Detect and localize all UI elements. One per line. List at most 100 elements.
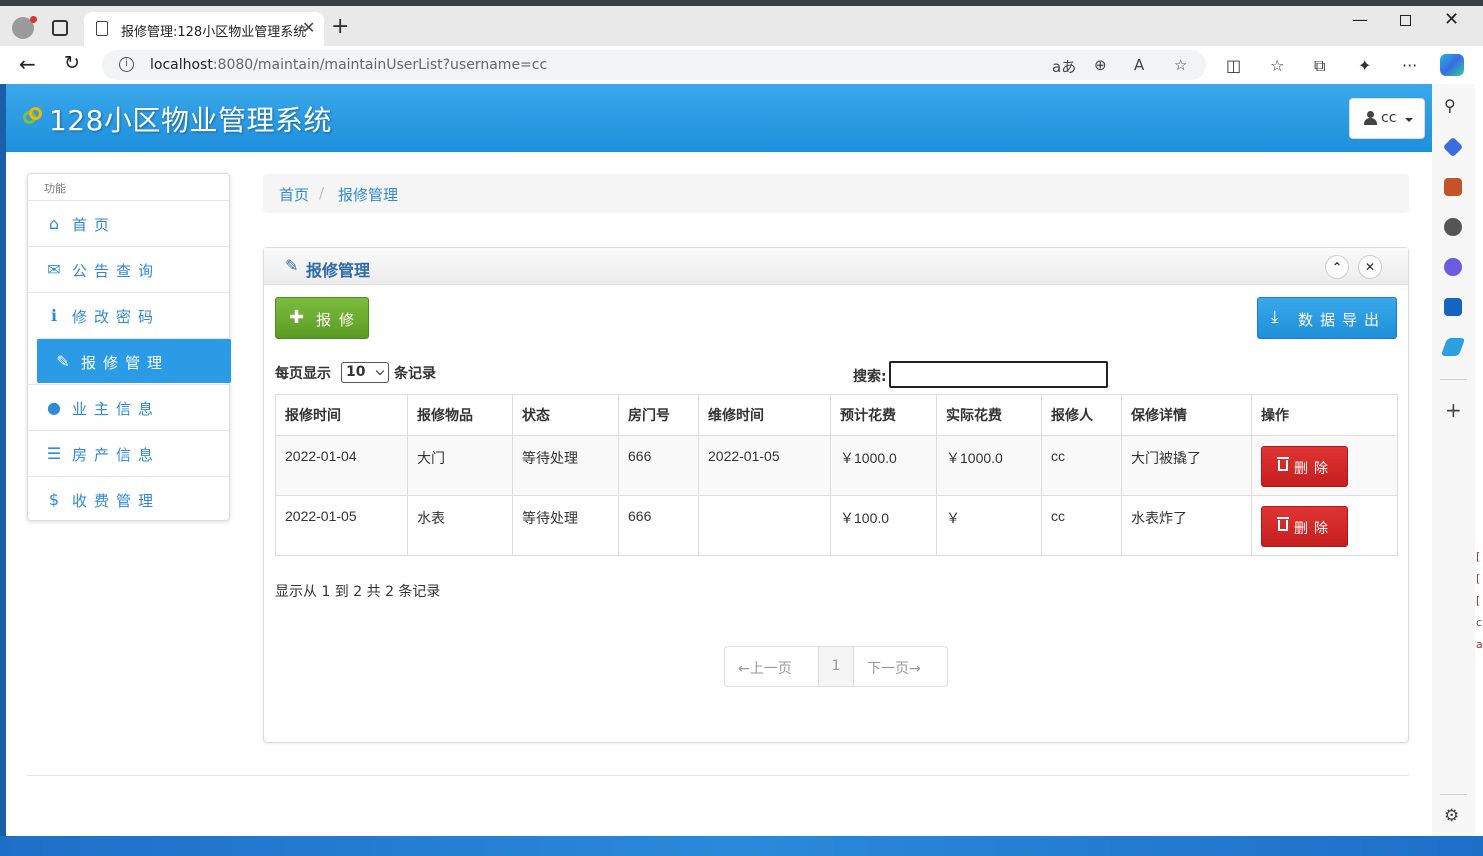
column-header[interactable]: 状态 bbox=[512, 394, 619, 436]
add-repair-label: 报修 bbox=[316, 311, 363, 329]
cell-estimated-cost: ￥1000.0 bbox=[830, 435, 937, 496]
menu-heading: 功能 bbox=[44, 182, 66, 195]
browser-side-rail: ⚲ + ⚙ bbox=[1432, 84, 1475, 836]
browser-toolbar: ← ↻ i localhost:8080/maintain/maintainUs… bbox=[0, 46, 1483, 84]
tag-icon[interactable] bbox=[1442, 136, 1464, 158]
collections-icon[interactable]: ⧉ bbox=[1314, 56, 1325, 76]
read-aloud-icon[interactable]: A bbox=[1134, 56, 1144, 74]
favorite-star-icon[interactable]: ☆ bbox=[1174, 56, 1187, 74]
more-menu-icon[interactable]: ··· bbox=[1402, 56, 1417, 75]
breadcrumb-separator: / bbox=[319, 184, 325, 202]
column-header[interactable]: 实际花费 bbox=[936, 394, 1042, 436]
cell-item: 水表 bbox=[407, 495, 513, 556]
logo-icon bbox=[23, 107, 43, 127]
window-close-icon[interactable]: ✕ bbox=[1444, 9, 1459, 30]
cell-repair-time: 2022-01-04 bbox=[275, 435, 408, 496]
add-repair-button[interactable]: ✚ 报修 bbox=[275, 297, 369, 339]
info-icon: ℹ bbox=[50, 306, 58, 325]
extensions-icon[interactable]: ✦ bbox=[1358, 56, 1371, 75]
translate-icon[interactable]: aあ bbox=[1052, 56, 1076, 77]
home-icon: ⌂ bbox=[48, 214, 60, 233]
add-icon[interactable]: + bbox=[1445, 398, 1462, 422]
browser-tab[interactable]: 报修管理:128小区物业管理系统 ✕ bbox=[84, 12, 324, 48]
close-tab-icon[interactable]: ✕ bbox=[302, 18, 315, 37]
sidebar-item-owners[interactable]: ● 业主信息 bbox=[28, 384, 229, 429]
split-screen-icon[interactable]: ◫ bbox=[1226, 56, 1241, 75]
sidebar-item-label: 首页 bbox=[72, 216, 117, 234]
search-input[interactable] bbox=[889, 361, 1108, 388]
site-info-icon[interactable]: i bbox=[119, 57, 134, 72]
cell-actual-cost: ￥ bbox=[936, 495, 1042, 556]
delete-button[interactable]: 删除 bbox=[1261, 446, 1348, 487]
repair-panel: ✎ 报修管理 ⌃ ✕ ✚ 报修 ⤓ 数据导出 每页显示 10 条记录 搜索: 报… bbox=[263, 247, 1409, 743]
delete-button[interactable]: 删除 bbox=[1261, 506, 1348, 547]
games-icon[interactable] bbox=[1444, 218, 1462, 236]
sidebar-item-home[interactable]: ⌂ 首页 bbox=[28, 200, 229, 245]
new-tab-button[interactable]: + bbox=[331, 14, 349, 39]
column-header[interactable]: 报修人 bbox=[1041, 394, 1122, 436]
cell-detail: 水表炸了 bbox=[1121, 495, 1252, 556]
send-icon[interactable] bbox=[1440, 338, 1466, 356]
tab-title: 报修管理:128小区物业管理系统 bbox=[121, 25, 307, 40]
outlook-icon[interactable] bbox=[1444, 298, 1462, 316]
address-url[interactable]: localhost:8080/maintain/maintainUserList… bbox=[150, 57, 547, 73]
cell-room: 666 bbox=[618, 435, 699, 496]
sidebar-item-label: 房产信息 bbox=[72, 446, 161, 464]
cell-status: 等待处理 bbox=[512, 495, 619, 556]
user-menu-button[interactable]: cc bbox=[1349, 98, 1425, 139]
sidebar-item-notices[interactable]: ✉ 公告查询 bbox=[28, 246, 229, 291]
page-number-button[interactable]: 1 bbox=[818, 647, 854, 686]
breadcrumb-home[interactable]: 首页 bbox=[279, 184, 309, 205]
column-header[interactable]: 房门号 bbox=[618, 394, 699, 436]
search-icon[interactable]: ⚲ bbox=[1444, 96, 1456, 115]
next-page-button[interactable]: 下一页→ bbox=[867, 658, 921, 678]
table-row: 2022-01-05 水表 等待处理 666 ￥100.0 ￥ cc 水表炸了 … bbox=[275, 495, 1398, 556]
export-data-button[interactable]: ⤓ 数据导出 bbox=[1257, 297, 1397, 339]
breadcrumb-current[interactable]: 报修管理 bbox=[338, 184, 398, 205]
page-icon bbox=[96, 21, 108, 36]
search-label: 搜索: bbox=[853, 369, 887, 385]
copilot-icon[interactable] bbox=[1440, 54, 1464, 76]
gear-icon[interactable]: ⚙ bbox=[1444, 806, 1459, 826]
user-icon: ● bbox=[47, 398, 61, 417]
column-header: 操作 bbox=[1251, 394, 1398, 436]
site-header: 128小区物业管理系统 cc bbox=[6, 84, 1432, 152]
sidebar-item-password[interactable]: ℹ 修改密码 bbox=[28, 292, 229, 337]
trash-icon bbox=[1277, 457, 1289, 472]
column-header[interactable]: 报修物品 bbox=[407, 394, 513, 436]
wrench-icon: ✎ bbox=[285, 256, 299, 275]
table-info: 显示从 1 到 2 共 2 条记录 bbox=[275, 584, 441, 600]
cell-actual-cost: ￥1000.0 bbox=[936, 435, 1042, 496]
maximize-icon[interactable] bbox=[1400, 15, 1411, 26]
address-bar[interactable]: i localhost:8080/maintain/maintainUserLi… bbox=[102, 50, 1206, 80]
page-length-select[interactable]: 10 bbox=[341, 362, 389, 383]
user-icon bbox=[1364, 111, 1377, 125]
sidebar-item-fees[interactable]: $ 收费管理 bbox=[28, 476, 229, 521]
cell-item: 大门 bbox=[407, 435, 513, 496]
column-header[interactable]: 保修详情 bbox=[1121, 394, 1252, 436]
tab-actions-icon[interactable] bbox=[52, 20, 68, 36]
reload-icon[interactable]: ↻ bbox=[64, 52, 80, 74]
office-icon[interactable] bbox=[1444, 258, 1462, 276]
zoom-icon[interactable]: ⊕ bbox=[1094, 56, 1107, 74]
cell-repair-time: 2022-01-05 bbox=[275, 495, 408, 556]
site-title[interactable]: 128小区物业管理系统 bbox=[49, 99, 332, 139]
close-panel-button[interactable]: ✕ bbox=[1358, 255, 1382, 279]
column-header[interactable]: 维修时间 bbox=[698, 394, 831, 436]
column-header[interactable]: 预计花费 bbox=[830, 394, 937, 436]
trash-icon bbox=[1277, 517, 1289, 532]
toolbox-icon[interactable] bbox=[1444, 178, 1462, 196]
sidebar-menu: 功能 ⌂ 首页 ✉ 公告查询 ℹ 修改密码 ✎ 报修管理 ● 业主信息 ☰ 房产… bbox=[27, 173, 231, 521]
background-window-edge: [[[c a bbox=[1475, 84, 1483, 836]
back-icon[interactable]: ← bbox=[19, 52, 36, 76]
collapse-button[interactable]: ⌃ bbox=[1325, 255, 1349, 279]
prev-page-button[interactable]: ←上一页 bbox=[738, 658, 792, 678]
browser-titlebar: 报修管理:128小区物业管理系统 ✕ + — ✕ bbox=[0, 0, 1483, 48]
breadcrumb: 首页 / 报修管理 bbox=[263, 174, 1409, 213]
sidebar-item-property[interactable]: ☰ 房产信息 bbox=[28, 430, 229, 475]
sidebar-item-repair[interactable]: ✎ 报修管理 bbox=[37, 338, 231, 383]
page-length-prefix: 每页显示 bbox=[275, 366, 331, 382]
minimize-icon[interactable]: — bbox=[1352, 10, 1368, 29]
favorites-icon[interactable]: ☆ bbox=[1270, 56, 1284, 75]
column-header[interactable]: 报修时间 bbox=[275, 394, 408, 436]
